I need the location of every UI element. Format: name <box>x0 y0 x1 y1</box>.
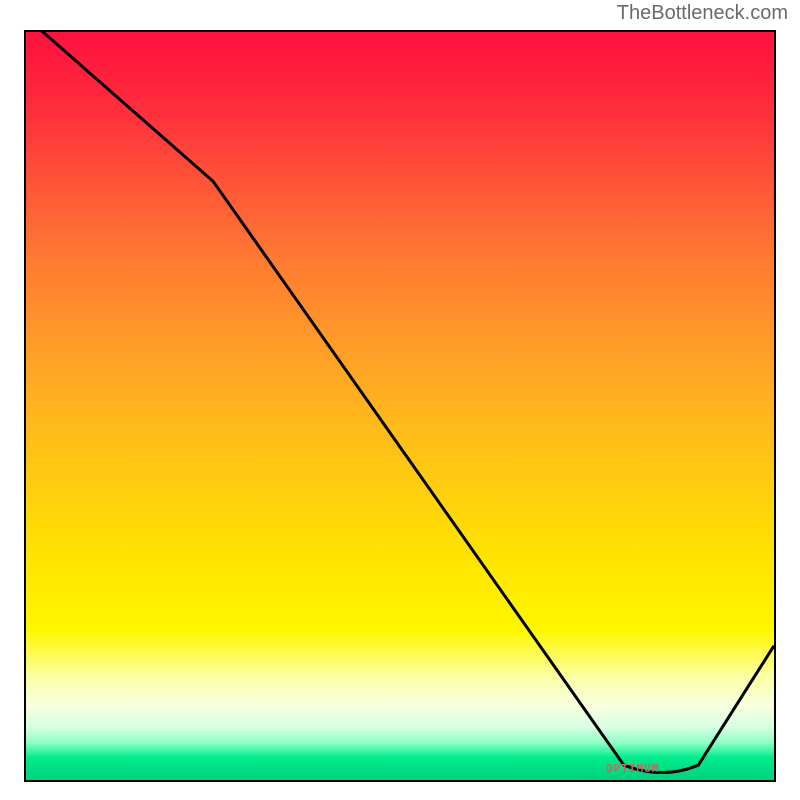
optimum-marker-label: OPTIMUM <box>606 762 659 775</box>
chart-plot-area: OPTIMUM <box>24 30 776 782</box>
line-chart-svg <box>26 32 774 780</box>
watermark-text: TheBottleneck.com <box>617 2 788 25</box>
bottleneck-curve-line <box>26 32 774 773</box>
